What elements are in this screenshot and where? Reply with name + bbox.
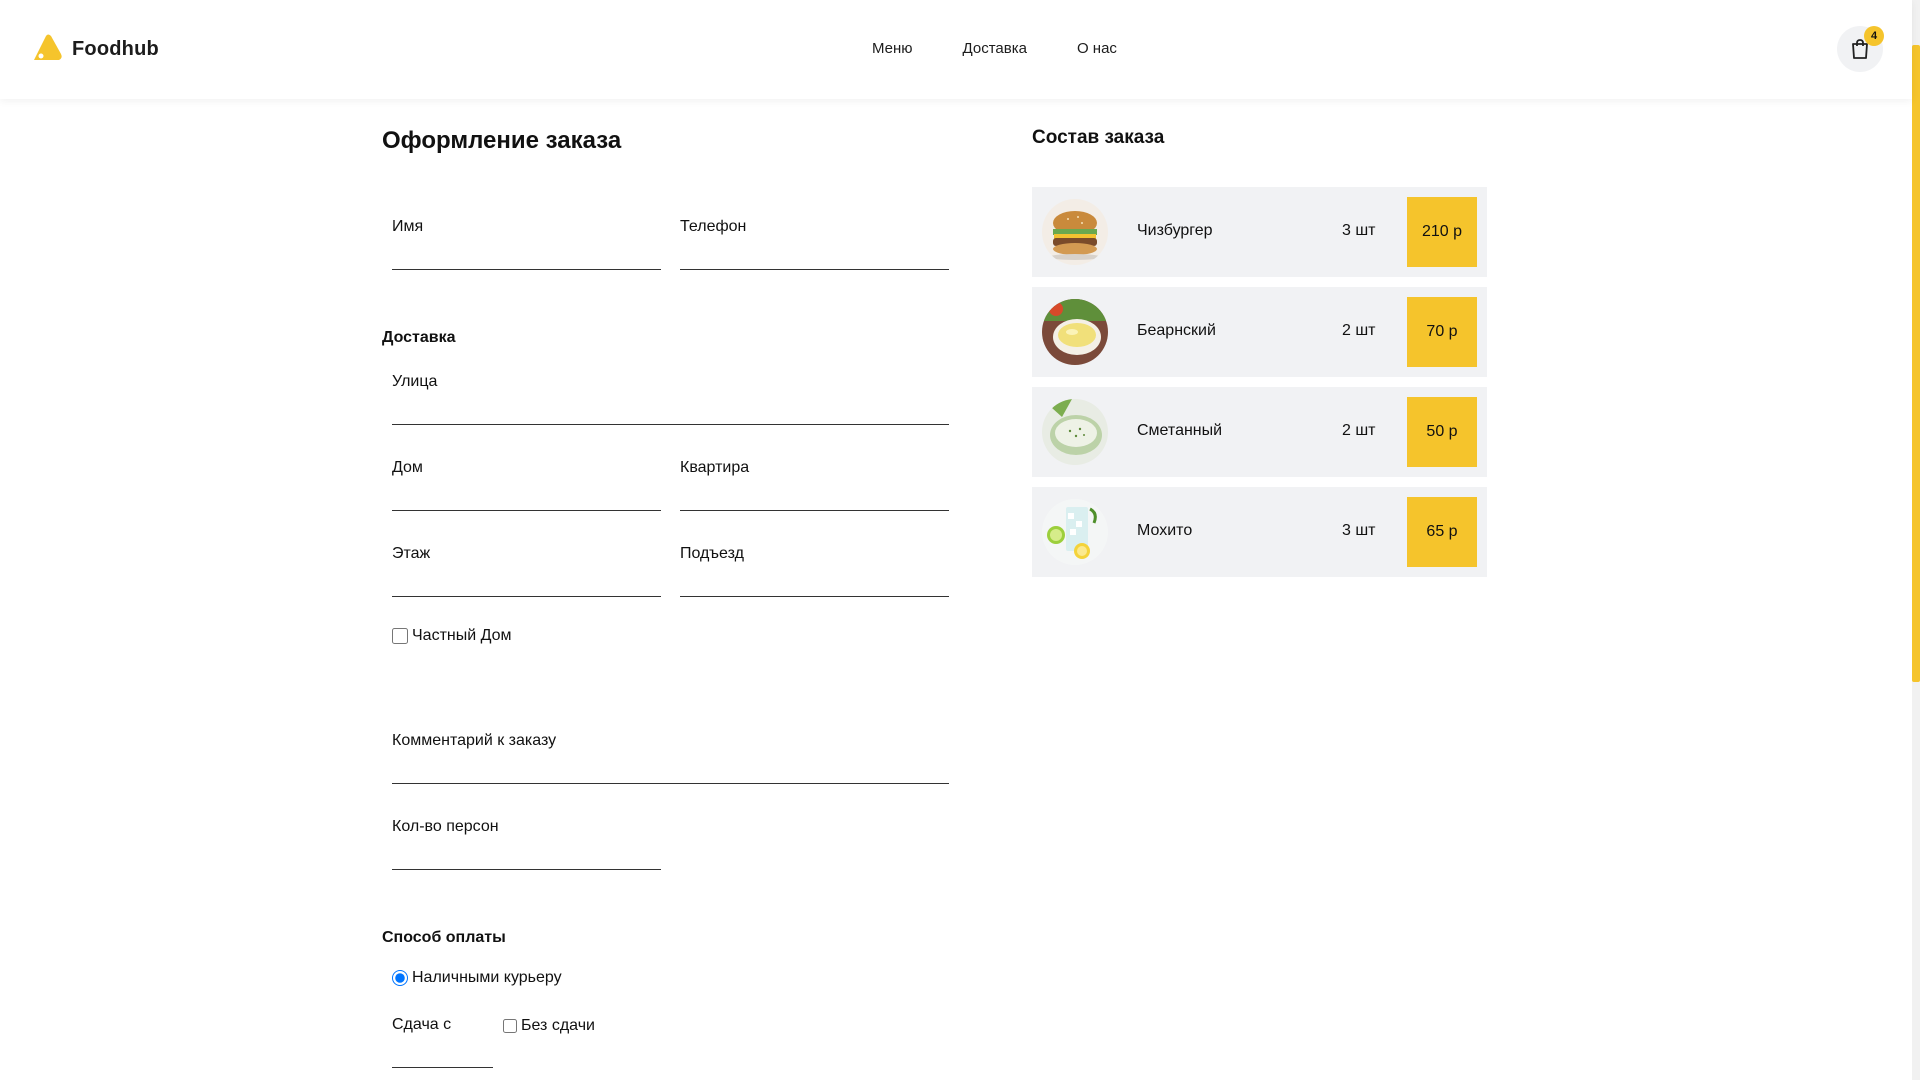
phone-underline [680, 269, 949, 270]
nav-link-menu[interactable]: Меню [872, 40, 913, 57]
sour-cream-sauce-image [1042, 399, 1108, 465]
change-field[interactable]: Сдача с [392, 1016, 493, 1068]
entrance-field[interactable]: Подъезд [680, 545, 949, 597]
item-quantity: 2 шт [1342, 422, 1376, 439]
house-underline [392, 510, 661, 511]
order-item: Беарнский 2 шт 70 р [1032, 287, 1487, 377]
phone-input[interactable] [680, 243, 949, 267]
apartment-underline [680, 510, 949, 511]
order-item: Мохито 3 шт 65 р [1032, 487, 1487, 577]
item-name: Мохито [1137, 522, 1193, 539]
name-underline [392, 269, 661, 270]
page-title: Оформление заказа [382, 127, 622, 154]
house-field[interactable]: Дом [392, 459, 661, 511]
change-underline [392, 1067, 493, 1068]
persons-underline [392, 869, 661, 870]
cart-count-badge: 4 [1864, 26, 1884, 46]
phone-field[interactable]: Телефон [680, 218, 949, 270]
nav-link-delivery[interactable]: Доставка [963, 40, 1027, 57]
apartment-field[interactable]: Квартира [680, 459, 949, 511]
nav-link-about[interactable]: О нас [1077, 40, 1117, 57]
floor-label: Этаж [392, 545, 431, 562]
comment-label: Комментарий к заказу [392, 732, 557, 749]
order-summary-title: Состав заказа [1032, 127, 1165, 148]
no-change-label: Без сдачи [521, 1017, 595, 1034]
scrollbar-thumb[interactable] [1912, 45, 1920, 682]
order-list: Чизбургер 3 шт 210 р Беарнский 2 шт 70 р [1032, 187, 1487, 587]
mojito-image [1042, 499, 1108, 565]
floor-underline [392, 596, 661, 597]
item-price: 70 р [1407, 297, 1477, 367]
floor-field[interactable]: Этаж [392, 545, 661, 597]
change-label: Сдача с [392, 1016, 452, 1033]
cash-payment-label: Наличными курьеру [412, 969, 562, 986]
name-input[interactable] [392, 243, 661, 267]
order-item: Чизбургер 3 шт 210 р [1032, 187, 1487, 277]
street-input[interactable] [392, 398, 949, 422]
street-underline [392, 424, 949, 425]
street-field[interactable]: Улица [392, 373, 949, 425]
delivery-section-title: Доставка [382, 329, 456, 346]
no-change-option[interactable]: Без сдачи [503, 1017, 595, 1035]
floor-input[interactable] [392, 570, 661, 594]
logo-icon [34, 34, 62, 60]
private-house-label: Частный Дом [412, 627, 512, 644]
persons-field[interactable]: Кол-во персон [392, 818, 661, 870]
cash-payment-radio[interactable] [392, 970, 408, 986]
item-quantity: 3 шт [1342, 522, 1376, 539]
item-name: Чизбургер [1137, 222, 1213, 239]
item-price: 210 р [1407, 197, 1477, 267]
comment-field[interactable]: Комментарий к заказу [392, 732, 949, 784]
apartment-label: Квартира [680, 459, 750, 476]
logo[interactable]: Foodhub [30, 32, 159, 66]
cash-payment-option[interactable]: Наличными курьеру [392, 969, 562, 987]
comment-underline [392, 783, 949, 784]
bearnaise-sauce-image [1042, 299, 1108, 365]
item-price: 65 р [1407, 497, 1477, 567]
site-header: Foodhub Меню Доставка О нас 4 [0, 0, 1912, 99]
apartment-input[interactable] [680, 484, 949, 508]
entrance-input[interactable] [680, 570, 949, 594]
comment-input[interactable] [392, 757, 949, 781]
no-change-checkbox[interactable] [503, 1019, 517, 1033]
persons-input[interactable] [392, 843, 661, 867]
entrance-label: Подъезд [680, 545, 744, 562]
house-input[interactable] [392, 484, 661, 508]
name-field[interactable]: Имя [392, 218, 661, 270]
persons-label: Кол-во персон [392, 818, 499, 835]
item-quantity: 3 шт [1342, 222, 1376, 239]
name-label: Имя [392, 218, 424, 235]
street-label: Улица [392, 373, 438, 390]
item-name: Беарнский [1137, 322, 1216, 339]
item-name: Сметанный [1137, 422, 1223, 439]
phone-label: Телефон [680, 218, 747, 235]
entrance-underline [680, 596, 949, 597]
item-quantity: 2 шт [1342, 322, 1376, 339]
item-price: 50 р [1407, 397, 1477, 467]
private-house-option[interactable]: Частный Дом [392, 627, 512, 645]
main-nav: Меню Доставка О нас [872, 40, 1117, 57]
brand-name: Foodhub [72, 37, 159, 60]
private-house-checkbox[interactable] [392, 628, 408, 644]
change-input[interactable] [392, 1041, 493, 1065]
order-item: Сметанный 2 шт 50 р [1032, 387, 1487, 477]
house-label: Дом [392, 459, 423, 476]
payment-section-title: Способ оплаты [382, 929, 506, 946]
cheeseburger-image [1042, 199, 1108, 265]
